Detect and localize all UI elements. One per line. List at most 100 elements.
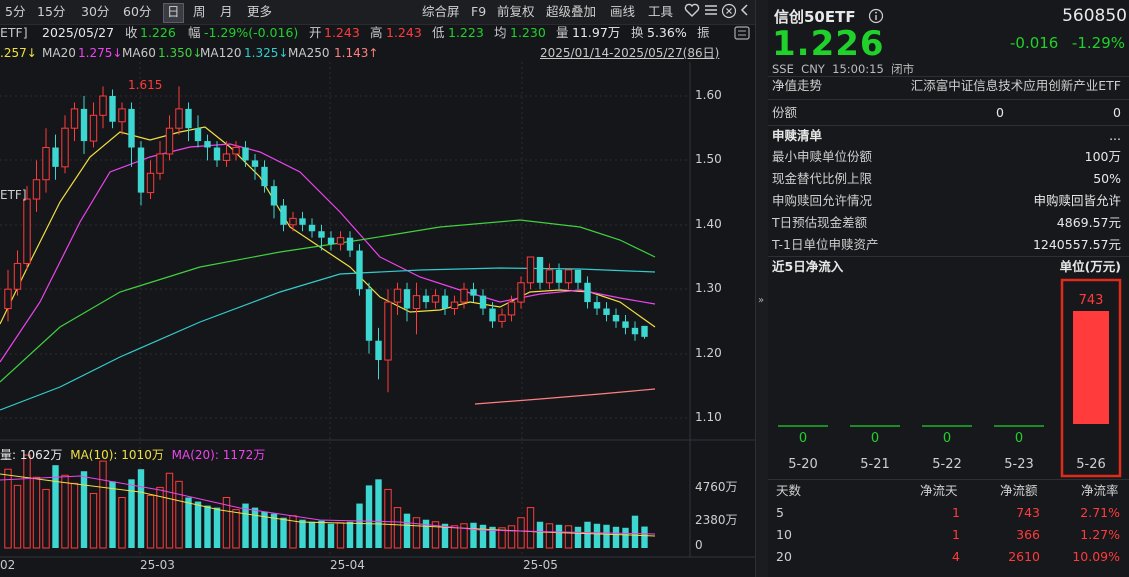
period-15min[interactable]: 15分 — [34, 3, 68, 21]
flow-table-cell-days: 20 — [776, 547, 792, 567]
volume-bar — [413, 518, 419, 548]
settings-icon[interactable] — [734, 26, 750, 44]
volume-bar — [62, 475, 68, 548]
low-label: 低 — [432, 25, 445, 41]
flow-value: 0 — [943, 431, 951, 446]
shares-value-a: 0 — [996, 103, 1004, 123]
flow-bar — [1073, 311, 1109, 424]
y-tick: 1.10 — [695, 410, 722, 424]
flow-value: 0 — [1015, 431, 1023, 446]
panel-splitter[interactable]: » — [755, 0, 769, 577]
flow-value: 0 — [799, 431, 807, 446]
open-value: 1.243 — [324, 25, 360, 41]
period-5min[interactable]: 5分 — [2, 3, 28, 21]
close-label: 收 — [125, 25, 138, 41]
period-60min[interactable]: 60分 — [120, 3, 154, 21]
flow-value: 0 — [871, 431, 879, 446]
volume-bar — [318, 521, 324, 548]
net-inflow-chart: 05-2005-2105-2205-237435-26 — [768, 276, 1129, 481]
tools-button[interactable]: 工具 — [645, 3, 676, 21]
ma-lines — [0, 127, 655, 410]
volume-bar — [527, 508, 533, 548]
security-code: 560850 — [1062, 6, 1127, 26]
flow-date: 5-22 — [932, 457, 962, 472]
candle-body — [375, 341, 381, 360]
super-overlay-button[interactable]: 超级叠加 — [543, 3, 599, 21]
volume-bar — [252, 508, 258, 548]
close-value: 1.226 — [140, 25, 176, 41]
period-toolbar: 5分 15分 30分 60分 日 周 月 更多 综合屏 F9 前复权 超级叠加 … — [0, 0, 755, 25]
volume-bar — [5, 469, 11, 548]
kline-chart[interactable] — [0, 62, 755, 577]
flow-table-cell-flow-days: 1 — [952, 503, 960, 523]
row-key: T日预估现金差额 — [772, 213, 867, 233]
ticker-prefix: ETF] — [0, 25, 28, 41]
volume-bar — [43, 489, 49, 548]
volume-bar — [461, 524, 467, 548]
draw-line-button[interactable]: 画线 — [607, 3, 638, 21]
ma20-value: 1.275↓ — [78, 45, 122, 61]
period-day[interactable]: 日 — [163, 3, 184, 23]
table-header-flow-days: 净流天 — [920, 481, 958, 501]
volume-bar — [603, 525, 609, 548]
row-value: 100万 — [1085, 147, 1121, 167]
candle-body — [451, 302, 457, 308]
candle-body — [328, 238, 334, 244]
volume-bar — [375, 479, 381, 548]
candle-body — [195, 128, 201, 141]
volume-bar — [632, 516, 638, 548]
f9-button[interactable]: F9 — [468, 3, 489, 21]
y-tick: 1.30 — [695, 281, 722, 295]
x-tick: 25-05 — [523, 558, 558, 572]
flow-table-cell-days: 5 — [776, 503, 784, 523]
candle-body — [641, 326, 647, 337]
candle-body — [242, 148, 248, 161]
candle-body — [385, 302, 391, 360]
ma60-value: 1.350↓ — [158, 45, 202, 61]
candle-body — [252, 160, 258, 166]
candle-body — [100, 96, 106, 115]
chevron-left-icon[interactable] — [736, 3, 754, 21]
candle-body — [356, 251, 362, 290]
period-30min[interactable]: 30分 — [78, 3, 112, 21]
volume-bar — [24, 455, 30, 548]
ma10-line — [0, 127, 655, 327]
date-range-link[interactable]: 2025/01/14-2025/05/27(86日) — [540, 45, 719, 61]
expand-icon[interactable]: » — [758, 295, 764, 306]
volume-label: 量 — [556, 25, 569, 41]
shares-label: 份额 — [772, 103, 797, 123]
nav-row[interactable]: 净值走势 汇添富中证信息技术应用创新产业ETF — [772, 76, 1121, 96]
avg-value: 1.230 — [510, 25, 546, 41]
nav-label: 净值走势 — [772, 76, 822, 96]
period-week[interactable]: 周 — [190, 3, 209, 21]
candle-body — [442, 296, 448, 309]
candle-body — [489, 309, 495, 322]
candle-body — [128, 109, 134, 148]
candle-body — [109, 96, 115, 122]
row-key: 申购赎回允许情况 — [772, 191, 872, 211]
flow-table-cell-amount: 743 — [1016, 503, 1040, 523]
period-month[interactable]: 月 — [217, 3, 236, 21]
volume-bar — [404, 514, 410, 548]
candle-body — [565, 270, 571, 283]
volume-bar — [546, 524, 552, 548]
period-more[interactable]: 更多 — [244, 3, 275, 21]
volume-bars — [0, 455, 655, 548]
subscribe-more-button[interactable]: ... — [1109, 126, 1121, 146]
candle-body — [575, 270, 581, 283]
y-tick: 1.60 — [695, 88, 722, 102]
quote-panel: 信创50ETF 560850 1.226 -0.016 -1.29% SSE C… — [768, 0, 1129, 577]
ma60-line — [0, 220, 655, 382]
candle-body — [14, 263, 20, 289]
candle-body — [347, 238, 353, 251]
row-key: T-1日单位申赎资产 — [772, 235, 878, 255]
candle-body — [603, 309, 609, 315]
volume-bar — [641, 527, 647, 548]
candle-body — [62, 128, 68, 167]
volume-bar — [537, 522, 543, 548]
comprehensive-screen-button[interactable]: 综合屏 — [419, 3, 463, 21]
forward-adjust-button[interactable]: 前复权 — [494, 3, 538, 21]
volume-bar — [166, 473, 172, 548]
vol-tick: 0 — [695, 538, 703, 552]
volume-bar — [81, 471, 87, 548]
